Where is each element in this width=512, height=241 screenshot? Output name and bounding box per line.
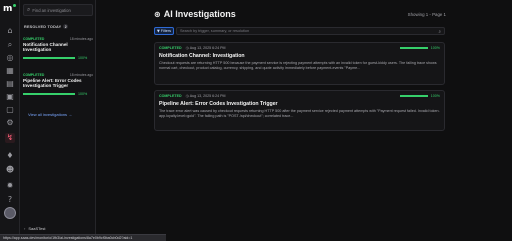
timestamp: Aug 13, 2025 6:24 PM — [189, 94, 226, 98]
book-icon[interactable]: ▣ — [5, 92, 15, 102]
app-logo[interactable]: m — [3, 4, 17, 14]
progress: 100% — [23, 92, 93, 96]
search-icon[interactable]: ⌕ — [439, 29, 441, 35]
search-icon[interactable]: ⌕ — [5, 40, 15, 50]
main-content: ⊛ AI Investigations Showing 1 - Page 1 ▼… — [96, 0, 512, 241]
home-icon[interactable]: ⌂ — [5, 26, 15, 36]
search-icon: ⌕ — [27, 6, 31, 13]
status-badge: COMPLETED — [159, 46, 182, 50]
workspace-switcher[interactable]: › SaaSTest — [24, 226, 45, 231]
progress-bar — [23, 93, 75, 95]
investigation-card[interactable]: COMPLETED ◷ Aug 13, 2025 6:24 PM 100% Pi… — [154, 90, 445, 131]
settings-icon[interactable]: ⚙ — [5, 118, 15, 128]
investigation-title: Notification Channel Investigation — [23, 42, 68, 53]
clock-icon: ◷ — [185, 94, 189, 98]
sidebar-investigation-item[interactable]: COMPLETED 18 minutes ago Pipeline Alert:… — [23, 73, 93, 96]
app-window: m ⌂ ⌕ ◎ ▦ ▤ ▣ ▢ ⚙ ↯ ♦ ☻ ✹ ? ⌕ RESOLVED T… — [0, 0, 512, 241]
chevron-right-icon: › — [24, 226, 26, 231]
terminal-icon[interactable]: ↯ — [5, 133, 15, 143]
workspace-label: SaaSTest — [28, 226, 46, 231]
pagination-info: Showing 1 - Page 1 — [407, 12, 446, 17]
progress-bar — [399, 47, 428, 49]
chart-icon[interactable]: ▤ — [5, 79, 15, 89]
nav-rail: m ⌂ ⌕ ◎ ▦ ▤ ▣ ▢ ⚙ ↯ ♦ ☻ ✹ ? — [0, 0, 20, 241]
filter-icon: ▼ — [156, 29, 160, 33]
investigation-search: ⌕ — [176, 27, 445, 35]
progress-bar — [399, 95, 428, 97]
status-badge: COMPLETED — [23, 73, 45, 77]
filters-button[interactable]: ▼ Filters — [154, 27, 174, 35]
investigation-icon: ⊛ — [154, 9, 161, 19]
progress-percent: 100% — [430, 46, 440, 50]
bell-icon[interactable]: ♦ — [5, 151, 15, 161]
progress-percent: 100% — [430, 94, 440, 98]
progress: 100% — [399, 94, 440, 98]
card-description: Checkout requests are returning HTTP 500… — [159, 61, 437, 70]
chat-icon[interactable]: ▢ — [5, 105, 15, 115]
help-icon[interactable]: ? — [5, 195, 15, 205]
user-icon[interactable]: ☻ — [5, 165, 15, 175]
investigation-title: Pipeline Alert: Error Codes Investigatio… — [23, 78, 82, 89]
timestamp: 18 minutes ago — [69, 37, 93, 41]
investigations-sidebar: ⌕ RESOLVED TODAY 2 COMPLETED 18 minutes … — [20, 0, 96, 241]
sidebar-search-input[interactable] — [32, 7, 89, 13]
avatar[interactable] — [4, 207, 16, 219]
gear-icon[interactable]: ✹ — [5, 181, 15, 191]
view-all-link[interactable]: View all investigations → — [28, 112, 72, 117]
page-title: ⊛ AI Investigations — [154, 9, 236, 19]
timestamp: 18 minutes ago — [69, 73, 93, 77]
investigation-card[interactable]: COMPLETED ◷ Aug 13, 2025 6:24 PM 100% No… — [154, 42, 445, 85]
status-badge: COMPLETED — [23, 37, 45, 41]
progress-bar — [23, 57, 75, 59]
section-title: RESOLVED TODAY 2 — [24, 24, 69, 29]
browser-status-url: https://app.saas.dev/monitor/o/1fb3/ai-i… — [0, 234, 166, 241]
progress: 100% — [23, 56, 93, 60]
clock-icon: ◷ — [185, 46, 189, 50]
card-description: The trace error alert was caused by chec… — [159, 109, 440, 118]
progress-percent: 100% — [78, 91, 88, 96]
card-title: Notification Channel: Investigation — [159, 53, 245, 59]
status-badge: COMPLETED — [159, 94, 182, 98]
investigation-search-input[interactable] — [180, 29, 430, 33]
progress-percent: 100% — [78, 55, 88, 60]
progress: 100% — [399, 46, 440, 50]
investigations-icon[interactable]: ◎ — [5, 53, 15, 63]
sidebar-search: ⌕ — [23, 4, 93, 16]
card-title: Pipeline Alert: Error Codes Investigatio… — [159, 101, 278, 107]
sidebar-investigation-item[interactable]: COMPLETED 18 minutes ago Notification Ch… — [23, 37, 93, 60]
grid-icon[interactable]: ▦ — [5, 66, 15, 76]
timestamp: Aug 13, 2025 6:24 PM — [189, 46, 226, 50]
section-count-badge: 2 — [63, 24, 69, 29]
